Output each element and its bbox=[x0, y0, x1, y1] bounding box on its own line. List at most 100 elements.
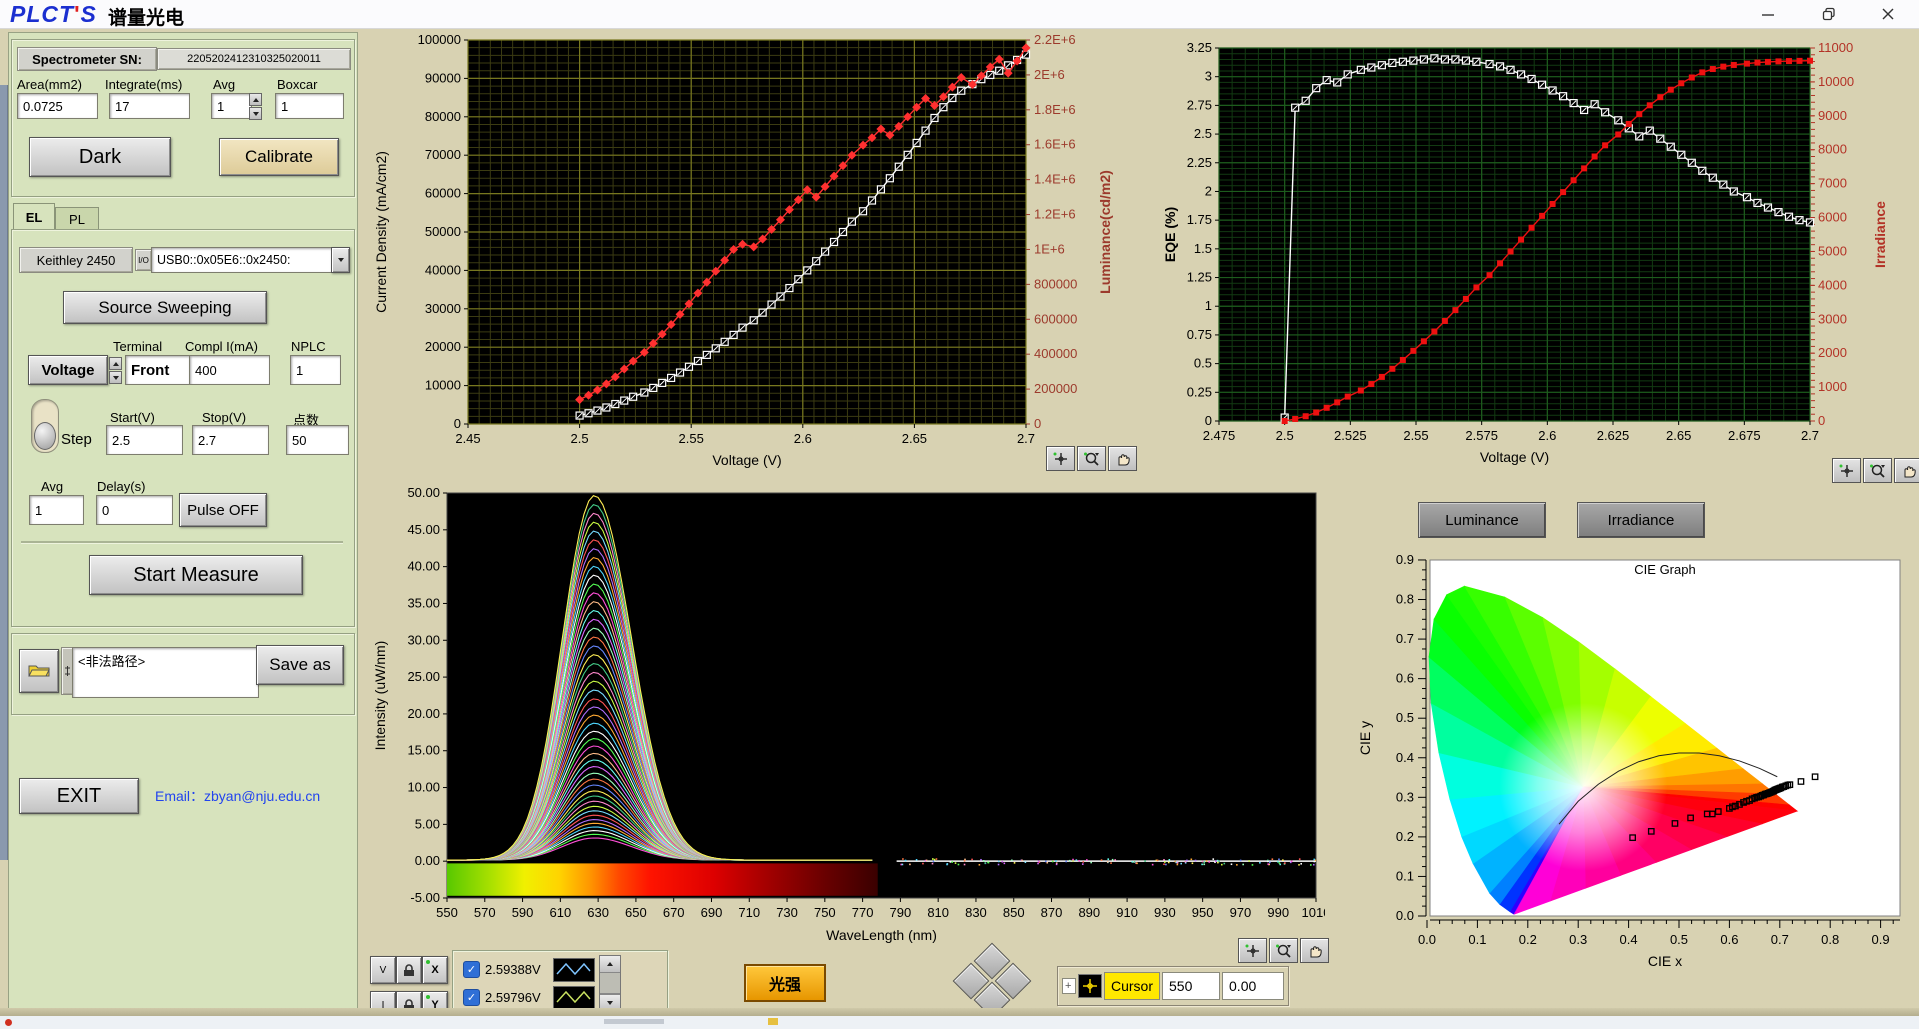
save-as-button[interactable]: Save as bbox=[256, 645, 344, 685]
calibrate-button[interactable]: Calibrate bbox=[219, 138, 339, 176]
zoom-tool-icon[interactable] bbox=[1077, 446, 1106, 471]
tick-label: 0 bbox=[1034, 416, 1041, 431]
chart-element bbox=[950, 861, 952, 863]
chart2-palette[interactable] bbox=[1832, 458, 1919, 483]
legend2-waveform-icon[interactable] bbox=[553, 986, 595, 1010]
tick-label: 890 bbox=[1078, 905, 1100, 920]
chart-element bbox=[905, 860, 907, 862]
start-input[interactable]: 2.5 bbox=[106, 425, 183, 455]
visa-dropdown-button[interactable] bbox=[331, 247, 350, 273]
eqe-irradiance-chart[interactable]: 00.250.50.7511.251.51.7522.252.52.7533.2… bbox=[1148, 30, 1919, 482]
chart1-palette[interactable] bbox=[1046, 446, 1137, 471]
taskbar-fragment-yellow bbox=[768, 1018, 778, 1025]
restore-icon[interactable] bbox=[1813, 3, 1845, 25]
chart-element bbox=[1072, 859, 1074, 861]
zoom-tool-icon[interactable] bbox=[1269, 938, 1298, 963]
legend-scrollbar[interactable] bbox=[599, 955, 621, 1011]
jv-luminance-chart[interactable]: 0100002000030000400005000060000700008000… bbox=[362, 30, 1142, 482]
cursor-x-value[interactable]: 550 bbox=[1162, 972, 1220, 1000]
exit-button[interactable]: EXIT bbox=[19, 778, 139, 814]
folder-icon bbox=[28, 662, 50, 681]
pulse-button[interactable]: Pulse OFF bbox=[179, 493, 267, 527]
intensity-button[interactable]: 光强 bbox=[744, 964, 826, 1002]
chart-element bbox=[1334, 399, 1340, 405]
chart-element bbox=[958, 864, 960, 866]
cursor-crosshair-icon[interactable] bbox=[1078, 974, 1102, 998]
tick-label: 730 bbox=[776, 905, 798, 920]
dark-button[interactable]: Dark bbox=[29, 137, 171, 177]
terminal-value[interactable]: Front bbox=[125, 355, 190, 385]
save-path-input[interactable]: <非法路径> bbox=[72, 647, 259, 698]
cursor-mover[interactable] bbox=[946, 946, 1038, 1014]
avg2-input[interactable]: 1 bbox=[29, 495, 84, 525]
x-lock-icon[interactable] bbox=[396, 956, 422, 984]
minimize-icon[interactable] bbox=[1752, 3, 1784, 25]
crosshair-tool-icon[interactable] bbox=[1238, 938, 1267, 963]
tab-pl[interactable]: PL bbox=[55, 207, 99, 231]
area-input[interactable]: 0.0725 bbox=[17, 93, 98, 119]
visa-resource-input[interactable]: USB0::0x05E6::0x2450: bbox=[151, 247, 338, 273]
x-format-button[interactable]: V bbox=[370, 956, 396, 984]
tick-label: 2.7 bbox=[1017, 431, 1035, 446]
chart3-palette[interactable] bbox=[1238, 938, 1329, 963]
step-toggle[interactable] bbox=[31, 399, 59, 453]
chart-element bbox=[1379, 374, 1385, 380]
chart-element bbox=[1252, 864, 1254, 866]
source-sweeping-button[interactable]: Source Sweeping bbox=[63, 291, 267, 324]
start-measure-button[interactable]: Start Measure bbox=[89, 555, 303, 595]
tick-label: 0.25 bbox=[1187, 384, 1212, 399]
chart-element bbox=[964, 864, 966, 866]
cursor-name[interactable]: Cursor bbox=[1104, 972, 1160, 1000]
x-autoscale-button[interactable]: X bbox=[422, 956, 448, 984]
chart-element bbox=[1168, 862, 1170, 864]
legend1-checkbox[interactable]: ✓ bbox=[463, 961, 480, 978]
delay-input[interactable]: 0 bbox=[96, 495, 173, 525]
cie-chart[interactable]: CIE Graph0.00.10.20.30.40.50.60.70.80.9C… bbox=[1340, 455, 1919, 1015]
close-icon[interactable] bbox=[1872, 3, 1904, 25]
browse-button[interactable] bbox=[19, 649, 59, 693]
chart-element bbox=[1165, 864, 1167, 866]
cursor-y-value[interactable]: 0.00 bbox=[1222, 972, 1284, 1000]
points-input[interactable]: 50 bbox=[286, 425, 349, 455]
chart-element bbox=[1208, 861, 1210, 863]
zoom-tool-icon[interactable] bbox=[1863, 458, 1892, 483]
avg-stepper[interactable] bbox=[249, 93, 262, 120]
avg2-label: Avg bbox=[41, 479, 63, 494]
tick-label: 0.00 bbox=[415, 853, 440, 868]
chart-element bbox=[1163, 859, 1165, 861]
legend1-waveform-icon[interactable] bbox=[553, 958, 595, 982]
scroll-up-icon[interactable] bbox=[600, 956, 620, 973]
chart-element bbox=[1473, 284, 1479, 290]
stop-input[interactable]: 2.7 bbox=[192, 425, 269, 455]
irradiance-button[interactable]: Irradiance bbox=[1577, 502, 1705, 538]
tick-label: 80000 bbox=[425, 109, 461, 124]
tick-label: 850 bbox=[1003, 905, 1025, 920]
tick-label: 1.5 bbox=[1194, 241, 1212, 256]
integrate-input[interactable]: 17 bbox=[109, 93, 190, 119]
terminal-stepper[interactable] bbox=[109, 357, 122, 384]
crosshair-tool-icon[interactable] bbox=[1046, 446, 1075, 471]
chart-element bbox=[1754, 60, 1760, 66]
pan-tool-icon[interactable] bbox=[1300, 938, 1329, 963]
start-label: Start(V) bbox=[110, 410, 155, 425]
nplc-input[interactable]: 1 bbox=[290, 355, 341, 385]
boxcar-input[interactable]: 1 bbox=[275, 93, 344, 119]
compl-input[interactable]: 400 bbox=[189, 355, 270, 385]
luminance-button[interactable]: Luminance bbox=[1418, 502, 1546, 538]
avg-input[interactable]: 1 bbox=[211, 93, 252, 119]
chart-element bbox=[1452, 307, 1458, 313]
title-bar: PLCT'S 谱量光电 bbox=[0, 0, 1919, 29]
chart-element bbox=[1224, 863, 1226, 865]
chart-element bbox=[1215, 860, 1217, 862]
pan-tool-icon[interactable] bbox=[1894, 458, 1919, 483]
tab-el[interactable]: EL bbox=[13, 203, 55, 231]
chart-element bbox=[1497, 260, 1503, 266]
tick-label: 770 bbox=[852, 905, 874, 920]
legend2-checkbox[interactable]: ✓ bbox=[463, 989, 480, 1006]
cursor-expand-button[interactable]: + bbox=[1062, 978, 1076, 994]
spectra-chart[interactable]: -5.000.005.0010.0015.0020.0025.0030.0035… bbox=[362, 484, 1325, 962]
pan-tool-icon[interactable] bbox=[1108, 446, 1137, 471]
crosshair-tool-icon[interactable] bbox=[1832, 458, 1861, 483]
source-mode-button[interactable]: Voltage bbox=[28, 355, 108, 385]
terminal-label: Terminal bbox=[113, 339, 162, 354]
